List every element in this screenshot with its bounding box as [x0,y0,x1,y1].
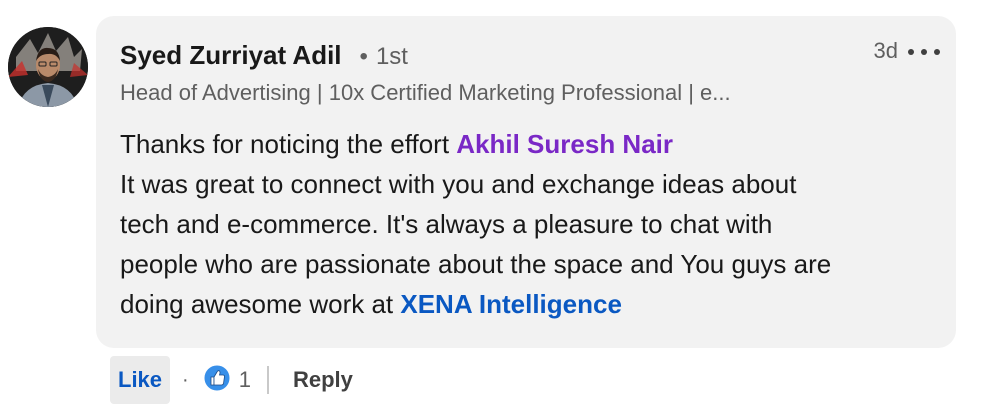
more-dot [908,49,914,55]
connection-degree-label: 1st [375,43,408,70]
separator-dot: · [182,368,189,391]
person-mention-link[interactable]: Akhil Suresh Nair [456,129,673,159]
reactions-summary[interactable]: 1 [203,364,251,397]
separator-dot: • [359,43,368,70]
thumbs-up-icon [203,364,231,397]
more-options-icon[interactable] [908,44,940,60]
profile-photo [8,27,88,107]
comment-line-3: tech and e-commerce. It's always a pleas… [120,209,773,239]
more-dot [921,49,927,55]
author-row: Syed Zurriyat Adil • 1st [120,40,408,71]
comment-bubble: Syed Zurriyat Adil • 1st Head of Advertis… [96,16,956,348]
comment-actions: Like · 1 Reply [110,356,361,404]
comment-timestamp: 3d [873,38,898,63]
comment-line-1: Thanks for noticing the effort Akhil Sur… [120,124,930,164]
comment-line-2: It was great to connect with you and exc… [120,169,797,199]
avatar[interactable] [8,27,88,107]
action-divider [266,366,269,394]
comment-text-segment: doing awesome work at [120,289,401,319]
comment-line-4: people who are passionate about the spac… [120,249,832,279]
author-headline: Head of Advertising | 10x Certified Mark… [120,80,731,105]
more-dot [934,49,940,55]
reaction-count: 1 [238,367,251,392]
like-button[interactable]: Like [110,356,171,404]
author-name[interactable]: Syed Zurriyat Adil [120,40,342,71]
reply-button[interactable]: Reply [285,356,361,404]
comment-line-5: doing awesome work at XENA Intelligence [120,284,930,324]
connection-degree: • 1st [360,43,408,71]
company-mention-link[interactable]: XENA Intelligence [400,289,622,319]
comment-text-segment: Thanks for noticing the effort [120,129,457,159]
comment-text: Thanks for noticing the effort Akhil Sur… [120,124,930,324]
